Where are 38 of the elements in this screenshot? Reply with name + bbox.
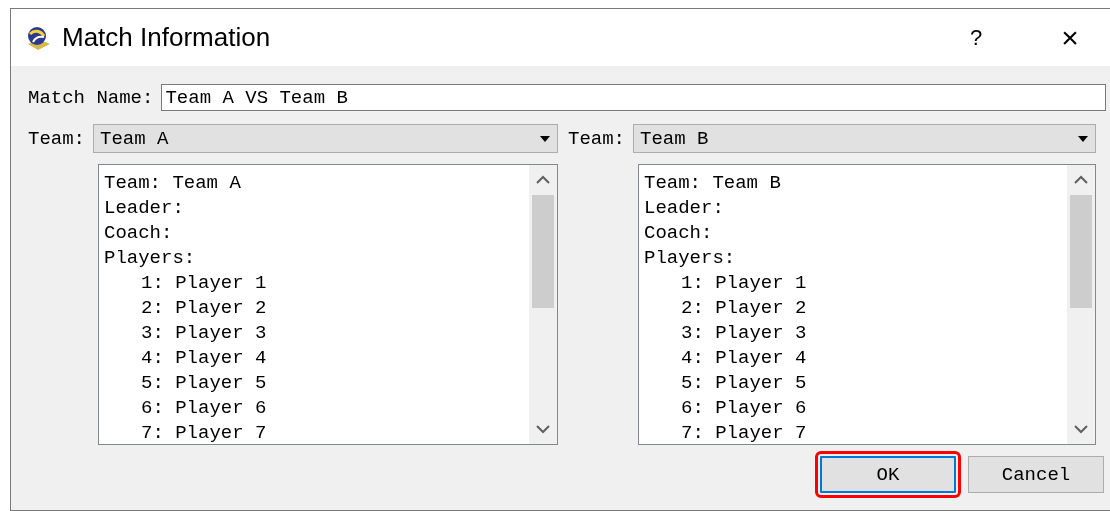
info-line: Coach:	[104, 221, 174, 246]
player-line: 7: Player 7	[140, 421, 268, 444]
cancel-button[interactable]: Cancel	[968, 456, 1104, 493]
team-dropdown[interactable]: Team A	[93, 124, 558, 153]
player-line: 6: Player 6	[680, 396, 808, 421]
player-line: 3: Player 3	[140, 321, 268, 346]
help-button[interactable]: ?	[934, 24, 1018, 51]
info-line: Team: Team A	[104, 171, 242, 196]
dropdown-arrow-icon	[539, 134, 551, 143]
player-line: 2: Player 2	[140, 296, 268, 321]
info-line: Team: Team B	[644, 171, 782, 196]
player-line: 4: Player 4	[680, 346, 808, 371]
player-line: 4: Player 4	[140, 346, 268, 371]
dropdown-arrow-icon	[1077, 134, 1089, 143]
scrollbar[interactable]	[1067, 165, 1095, 444]
window-title: Match Information	[62, 22, 272, 53]
close-button[interactable]: ×	[1028, 20, 1110, 55]
player-line: 7: Player 7	[680, 421, 808, 444]
info-line: Leader:	[104, 196, 185, 221]
match-name-label: Match Name:	[28, 86, 154, 109]
team-label: Team:	[568, 127, 625, 150]
player-line: 1: Player 1	[680, 271, 808, 296]
player-line: 3: Player 3	[680, 321, 808, 346]
player-line: 5: Player 5	[140, 371, 268, 396]
team-label: Team:	[28, 127, 85, 150]
player-line: 1: Player 1	[140, 271, 268, 296]
scrollbar[interactable]	[529, 165, 557, 444]
match-name-field[interactable]: Team A VS Team B	[161, 84, 1106, 111]
info-line: Leader:	[644, 196, 725, 221]
info-line: Coach:	[644, 221, 714, 246]
info-line: Players:	[104, 246, 197, 271]
scroll-thumb[interactable]	[532, 195, 554, 308]
player-line: 5: Player 5	[680, 371, 808, 396]
scroll-thumb[interactable]	[1070, 195, 1092, 308]
player-line: 2: Player 2	[680, 296, 808, 321]
team-dropdown[interactable]: Team B	[633, 124, 1096, 153]
info-line: Players:	[644, 246, 737, 271]
player-line: 6: Player 6	[140, 396, 268, 421]
